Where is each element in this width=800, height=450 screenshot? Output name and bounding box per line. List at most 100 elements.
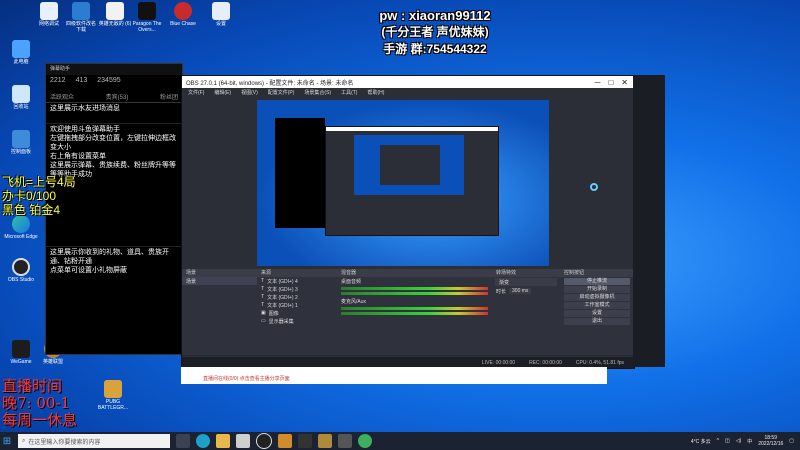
clock[interactable]: 18:59 2022/12/16 [758, 435, 783, 447]
windows-start-icon[interactable]: ⊞ [0, 432, 14, 450]
control-panel-icon [12, 130, 30, 148]
mixer-dock[interactable]: 混音器 桌面音频 麦克风/Aux [337, 269, 493, 355]
notification-icon[interactable]: ▢ [789, 438, 794, 444]
desktop-icon-label: WeGame [10, 359, 32, 365]
duration-value: 300 ms [509, 288, 532, 294]
search-placeholder: 在这里输入你要搜索的内容 [28, 439, 101, 446]
app-taskbar-icon[interactable] [236, 434, 250, 448]
background-app-window[interactable] [633, 75, 665, 367]
settings-button[interactable]: 设置 [564, 310, 630, 317]
obs-taskbar-icon[interactable] [256, 433, 272, 449]
source-item[interactable]: T 文本 (GDI+) 4 [257, 277, 337, 285]
text-source-icon: T [261, 286, 265, 292]
virtual-camera-button[interactable]: 启动虚拟摄像机 [564, 294, 630, 301]
app-taskbar-icon[interactable] [278, 434, 292, 448]
desktop-icon-top-6[interactable]: 设置 [204, 2, 238, 27]
chat-stats: 2212 413 234595 [46, 75, 182, 91]
live-room-bar[interactable]: 直播间在线(0/0) 点击查看主播分享页面 [181, 367, 607, 384]
desktop-icon-obs[interactable]: OBS Studio [4, 258, 38, 283]
menu-scene-collection[interactable]: 场景集合(S) [304, 89, 331, 96]
desktop-icon-top-4[interactable]: Paragon The Overs... [130, 2, 164, 33]
recycle-bin-icon [12, 85, 30, 103]
app-icon [72, 2, 90, 20]
weather-widget[interactable]: 4°C 多云 [691, 438, 711, 445]
app-taskbar-icon[interactable] [338, 434, 352, 448]
app-taskbar-icon[interactable] [298, 434, 312, 448]
app-taskbar-icon[interactable] [358, 434, 372, 448]
desktop-icon-wegame[interactable]: WeGame [4, 340, 38, 365]
overlay-schedule-text: 直播时间 晚7: 00-1 每周一休息 [2, 378, 77, 429]
menu-help[interactable]: 帮助(H) [367, 89, 384, 96]
obs-window[interactable]: OBS 27.0.1 (64-bit, windows) - 配置文件: 未命名… [181, 75, 635, 369]
desktop-icon-top-3[interactable]: 英雄无敌的 (6) [98, 2, 132, 27]
chevron-up-icon[interactable]: ^ [717, 438, 719, 444]
desktop-icon-label: 回收站 [13, 104, 29, 110]
taskbar-search-box[interactable]: ⌕ 在这里输入你要搜索的内容 [18, 434, 170, 448]
scene-item[interactable]: 场景 [182, 277, 257, 285]
tab-vip[interactable]: 贵宾(53) [106, 92, 129, 101]
menu-edit[interactable]: 编辑(E) [214, 89, 231, 96]
controls-dock[interactable]: 控制按钮 停止推流 开始录制 启动虚拟摄像机 工作室模式 设置 退出 [560, 269, 634, 355]
lol-taskbar-icon[interactable] [318, 434, 332, 448]
volume-icon[interactable]: ◁) [736, 438, 742, 444]
desktop-icon-edge[interactable]: Microsoft Edge [4, 215, 38, 240]
minimize-icon[interactable]: ─ [595, 78, 601, 87]
sources-dock[interactable]: 来源 T 文本 (GDI+) 4 T 文本 (GDI+) 3 T 文本 (GDI+) … [257, 269, 338, 355]
text-source-icon: T [261, 294, 265, 300]
desktop-icon-label: 控制面板 [10, 149, 31, 155]
desktop-icon-label: 网络调试 [38, 21, 59, 27]
settings-icon [212, 2, 230, 20]
stat-gifts: 413 [75, 77, 88, 84]
desktop-icon-this-pc[interactable]: 此电脑 [4, 40, 38, 65]
obs-docks: 场景 场景 来源 T 文本 (GDI+) 4 T 文本 (GDI+) 3 T 文本 (… [182, 269, 634, 356]
menu-file[interactable]: 文件(F) [188, 89, 204, 96]
edge-taskbar-icon[interactable] [196, 434, 210, 448]
desktop-icon-top-2[interactable]: 四级软件改名下载 [64, 2, 98, 33]
menu-view[interactable]: 视图(V) [241, 89, 258, 96]
studio-mode-button[interactable]: 工作室模式 [564, 302, 630, 309]
language-indicator[interactable]: 中 [747, 438, 752, 445]
dock-title: 转场特效 [492, 269, 560, 277]
transition-duration[interactable]: 时长 300 ms [492, 287, 560, 295]
desktop-icon-recycle-bin[interactable]: 回收站 [4, 85, 38, 110]
rec-status: REC: 00:00:00 [529, 359, 562, 366]
desktop-icon-label: 英雄联盟 [42, 359, 63, 365]
close-icon[interactable]: ✕ [621, 78, 628, 87]
start-recording-button[interactable]: 开始录制 [564, 286, 630, 293]
transition-select[interactable]: 渐变 [495, 278, 557, 286]
tab-fan-club[interactable]: 粉丝团 [160, 92, 178, 101]
obs-preview-canvas[interactable] [257, 100, 549, 266]
desktop-icon-label: Blue Chase [170, 21, 196, 27]
desktop-icon-control-panel[interactable]: 控制面板 [4, 130, 38, 155]
wegame-icon [12, 340, 30, 358]
source-item[interactable]: ▣ 图像 [257, 309, 337, 317]
scenes-dock[interactable]: 场景 场景 [182, 269, 258, 355]
obs-icon [12, 258, 30, 276]
tab-active-viewers[interactable]: 活跃观众 [50, 92, 74, 101]
stream-overlay-info: pw : xiaoran99112 (千分王者 声优妹妹) 手游 群:75454… [360, 8, 510, 57]
desktop-icon-top-1[interactable]: 网络调试 [32, 2, 66, 27]
audio-meter [341, 292, 488, 295]
source-item[interactable]: T 文本 (GDI+) 3 [257, 285, 337, 293]
stop-streaming-button[interactable]: 停止推流 [564, 278, 630, 285]
exit-button[interactable]: 退出 [564, 318, 630, 325]
source-item[interactable]: ▭ 显示器采集 [257, 317, 337, 325]
cpu-status: CPU: 0.4%, 51.81 fps [575, 359, 624, 366]
desktop-icon-top-5[interactable]: Blue Chase [166, 2, 200, 27]
obs-titlebar[interactable]: OBS 27.0.1 (64-bit, windows) - 配置文件: 未命名… [182, 76, 634, 88]
stat-followers: 234595 [97, 77, 121, 84]
source-label: 文本 (GDI+) 1 [267, 302, 298, 309]
maximize-icon[interactable]: □ [608, 78, 613, 87]
explorer-taskbar-icon[interactable] [216, 434, 230, 448]
source-item[interactable]: T 文本 (GDI+) 1 [257, 301, 337, 309]
menu-profile[interactable]: 配置文件(P) [268, 89, 295, 96]
menu-tools[interactable]: 工具(T) [341, 89, 357, 96]
network-icon[interactable]: ◫ [725, 438, 730, 444]
task-view-icon[interactable] [176, 434, 190, 448]
source-item[interactable]: T 文本 (GDI+) 2 [257, 293, 337, 301]
transition-dock[interactable]: 转场特效 渐变 时长 300 ms [492, 269, 561, 355]
overlay-yellow-line: 黑色 铂金4 [2, 203, 61, 217]
desktop-icon-pubg[interactable]: PUBG BATTLEGR... [96, 380, 130, 411]
chat-tabs: 活跃观众 贵宾(53) 粉丝团 [46, 91, 182, 103]
desktop-icon-label: OBS Studio [7, 277, 35, 283]
